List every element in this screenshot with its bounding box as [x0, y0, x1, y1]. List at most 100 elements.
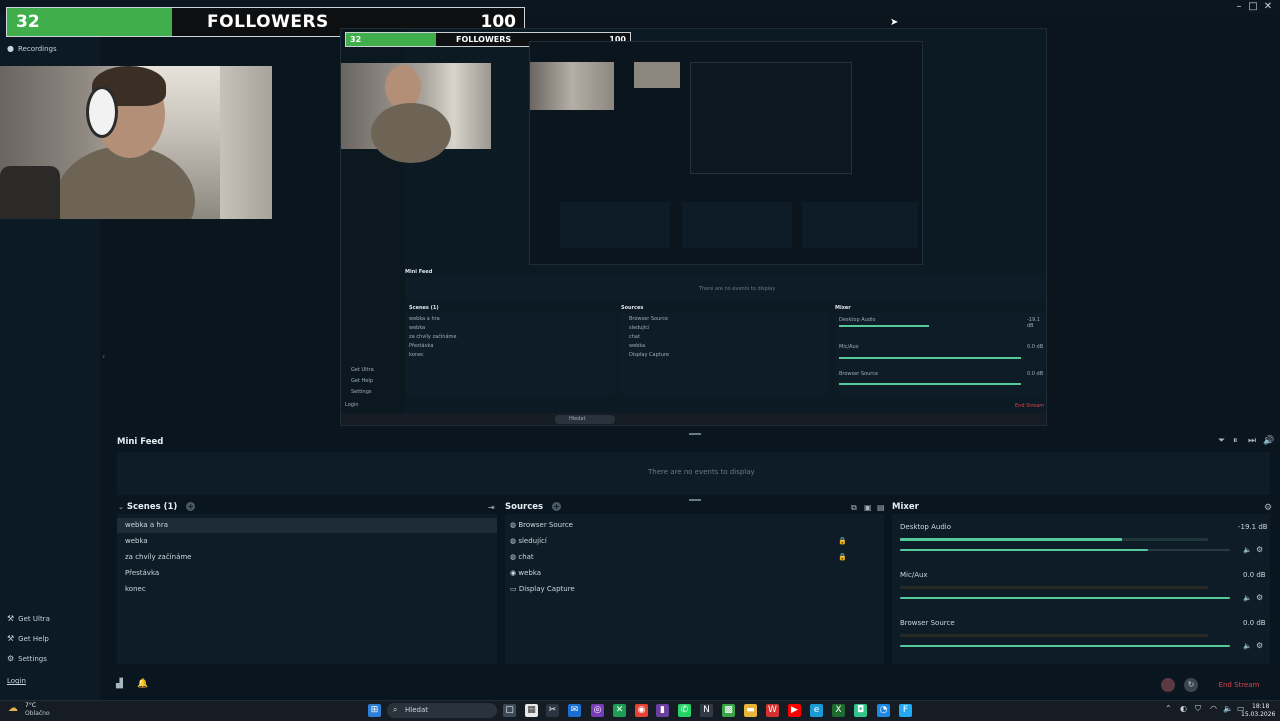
scenes-header: ⌄ Scenes (1) + — [118, 502, 196, 512]
nested-settings: Settings — [351, 389, 372, 395]
mixer-panel — [892, 514, 1270, 664]
minimize-button[interactable]: – — [1232, 1, 1246, 13]
source-item-label: sledující — [518, 537, 547, 545]
nested-scene-item: za chvíly začínáme — [409, 334, 457, 340]
nested-followers-current: 32 — [350, 35, 362, 44]
clock-date[interactable]: 15.03.2026 — [1241, 711, 1275, 718]
minecraft-icon[interactable]: ▩ — [722, 704, 735, 717]
gear-icon[interactable]: ⚙ — [1256, 641, 1263, 650]
mixer-settings-gear-icon[interactable]: ⚙ — [1264, 503, 1272, 513]
weather-icon[interactable]: ☁ — [8, 703, 18, 714]
scene-item-selected[interactable]: webka a hra — [117, 518, 497, 533]
scenes-title: Scenes (1) — [126, 502, 178, 512]
nested-preview: 32 FOLLOWERS 100 Mini Feed There are no … — [340, 28, 1047, 426]
nav-get-help[interactable]: ⚒ Get Help — [7, 634, 49, 643]
source-folder-icon[interactable]: ▤ — [877, 503, 885, 512]
record-icon: ● — [7, 44, 14, 53]
speaker-icon[interactable]: 🔈 — [1243, 594, 1252, 602]
volume-icon[interactable]: 🔈 — [1223, 704, 1233, 713]
mixer-channel-name: Browser Source — [900, 619, 955, 627]
nested-get-help: Get Help — [351, 378, 373, 384]
youtube-icon[interactable]: ▶ — [788, 704, 801, 717]
wifi-icon[interactable]: ◠ — [1210, 704, 1217, 713]
scene-item[interactable]: Přestávka — [125, 569, 159, 577]
twitch-icon[interactable]: ▮ — [656, 704, 669, 717]
add-scene-icon[interactable]: + — [186, 502, 196, 511]
minifeed-panel: There are no events to display — [117, 452, 1270, 495]
nested-mixer-db: 0.0 dB — [1027, 371, 1044, 377]
scene-item[interactable]: konec — [125, 585, 146, 593]
nested-minifeed-title: Mini Feed — [405, 269, 433, 275]
source-item[interactable]: ◍ sledující — [510, 537, 547, 545]
maximize-button[interactable]: □ — [1246, 1, 1260, 13]
whatsapp-icon[interactable]: ✆ — [678, 704, 691, 717]
scene-transition-icon[interactable]: ⇥ — [488, 503, 495, 512]
filter-icon[interactable]: ⏷ — [1218, 436, 1225, 446]
snipping-icon[interactable]: ✂ — [546, 704, 559, 717]
nav-settings[interactable]: ⚙ Settings — [7, 654, 47, 663]
taskbar-search[interactable]: ⌕ Hledat — [387, 703, 497, 718]
scene-item[interactable]: webka — [125, 537, 148, 545]
nested-source-item: webka — [629, 343, 646, 349]
edge-icon[interactable]: e — [810, 704, 823, 717]
help-icon: ⚒ — [7, 634, 15, 643]
nav-recordings[interactable]: ● Recordings — [7, 44, 57, 53]
file-explorer-icon[interactable]: ▬ — [744, 704, 757, 717]
speaker-icon[interactable]: 🔈 — [1243, 642, 1252, 650]
tray-shield-icon[interactable]: ⛉ — [1195, 704, 1201, 714]
source-item-label: webka — [518, 569, 542, 577]
source-item[interactable]: ◍ Browser Source — [510, 521, 573, 529]
scene-item[interactable]: za chvíly začínáme — [125, 553, 191, 561]
lock-icon[interactable]: 🔒 — [838, 537, 847, 545]
lock-icon[interactable]: 🔒 — [838, 553, 847, 561]
discord-icon[interactable]: ◎ — [591, 704, 604, 717]
gear-icon[interactable]: ⚙ — [1256, 593, 1263, 602]
wps-icon[interactable]: W — [766, 704, 779, 717]
tray-chevron-icon[interactable]: ⌃ — [1165, 704, 1172, 713]
nav-get-ultra[interactable]: ⚒ Get Ultra — [7, 614, 50, 623]
resize-handle[interactable] — [689, 433, 701, 435]
excel-icon[interactable]: X — [832, 704, 845, 717]
performance-icon[interactable]: ▟ — [116, 679, 123, 689]
mail-icon[interactable]: ✉ — [568, 704, 581, 717]
source-item[interactable]: ◍ chat — [510, 553, 534, 561]
source-properties-icon[interactable]: ⧉ — [851, 503, 857, 513]
mute-alerts-icon[interactable]: 🔊 — [1263, 436, 1274, 446]
headphones-icon — [86, 86, 118, 138]
streamlabs-icon[interactable]: ◘ — [854, 704, 867, 717]
record-button[interactable] — [1161, 678, 1175, 692]
end-stream-button[interactable]: End Stream — [1204, 677, 1274, 693]
source-group-icon[interactable]: ▣ — [864, 503, 872, 512]
nested-scene-item: webka — [409, 325, 426, 331]
xbox-icon[interactable]: ✕ — [613, 704, 626, 717]
close-button[interactable]: ✕ — [1261, 1, 1275, 13]
chevron-down-icon[interactable]: ⌄ — [118, 503, 124, 511]
source-item[interactable]: ▭ Display Capture — [510, 585, 575, 593]
nested-mixer-db: 0.0 dB — [1027, 344, 1044, 350]
calendar-icon[interactable]: ▦ — [525, 704, 538, 717]
collapse-chevron-icon[interactable]: ‹ — [102, 352, 105, 361]
nested-level3-webcam — [634, 62, 680, 88]
clock-time[interactable]: 18:18 — [1252, 703, 1269, 710]
task-view-icon[interactable]: ▢ — [503, 704, 516, 717]
nested-mixer-meter — [839, 325, 929, 327]
chrome-icon[interactable]: ◉ — [635, 704, 648, 717]
speaker-icon[interactable]: 🔈 — [1243, 546, 1252, 554]
mixer-title: Mixer — [892, 502, 919, 512]
photo-app-icon[interactable]: F — [899, 704, 912, 717]
pause-icon[interactable]: ⏸ — [1233, 436, 1238, 446]
notifications-bell-icon[interactable]: 🔔 — [137, 679, 148, 689]
add-source-icon[interactable]: + — [552, 502, 562, 511]
skip-icon[interactable]: ⏭ — [1248, 436, 1256, 446]
resize-handle[interactable] — [689, 499, 701, 501]
windows-start-icon[interactable]: ⊞ — [368, 704, 381, 717]
notion-icon[interactable]: N — [700, 704, 713, 717]
search-icon: ⌕ — [393, 705, 398, 714]
source-item[interactable]: ◉ webka — [510, 569, 541, 577]
tray-app-icon[interactable]: ◐ — [1180, 704, 1187, 713]
webcam-view — [0, 66, 272, 219]
chrome-dev-icon[interactable]: ◔ — [877, 704, 890, 717]
replay-buffer-icon[interactable]: ↻ — [1184, 678, 1198, 692]
nav-login[interactable]: Login — [7, 677, 26, 685]
gear-icon[interactable]: ⚙ — [1256, 545, 1263, 554]
